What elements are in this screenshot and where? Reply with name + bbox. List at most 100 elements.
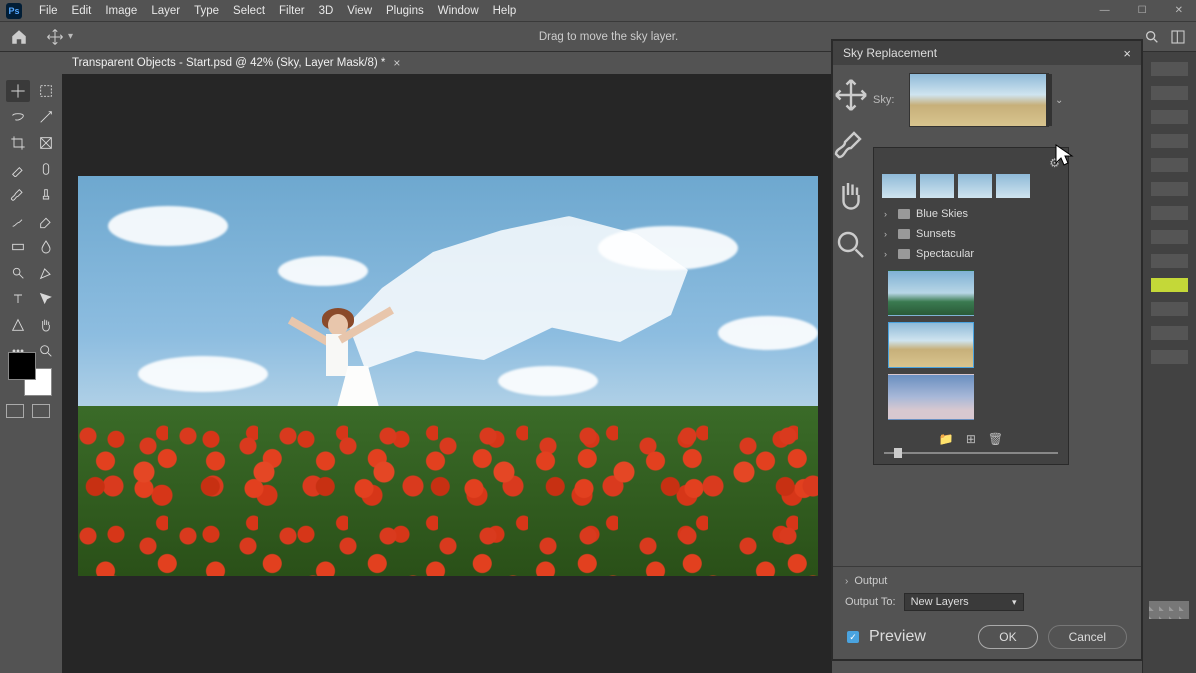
app-logo: Ps — [6, 3, 22, 19]
healing-tool[interactable] — [34, 158, 58, 180]
output-to-label: Output To: — [845, 596, 896, 608]
document-title: Transparent Objects - Start.psd @ 42% (S… — [72, 57, 385, 69]
ok-button[interactable]: OK — [978, 625, 1037, 649]
wand-tool[interactable] — [34, 106, 58, 128]
document-tab[interactable]: Transparent Objects - Start.psd @ 42% (S… — [62, 53, 410, 73]
thumb-recent-4[interactable] — [996, 174, 1030, 198]
thumb-recent-2[interactable] — [920, 174, 954, 198]
stamp-tool[interactable] — [34, 184, 58, 206]
dialog-hand-tool-icon[interactable] — [833, 177, 869, 213]
chevron-right-icon: › — [884, 229, 892, 239]
dialog-brush-tool-icon[interactable] — [833, 127, 869, 163]
sky-thumb-1[interactable] — [888, 270, 974, 316]
menu-type[interactable]: Type — [187, 5, 226, 17]
folder-open-icon[interactable]: 📁 — [939, 432, 954, 446]
folder-blue-skies[interactable]: › Blue Skies — [874, 204, 1068, 224]
menu-filter[interactable]: Filter — [272, 5, 312, 17]
edit-modes — [6, 404, 50, 418]
folder-spectacular[interactable]: › Spectacular — [874, 244, 1068, 264]
home-icon[interactable] — [10, 28, 28, 46]
crop-tool[interactable] — [6, 132, 30, 154]
sky-replacement-dialog: Sky Replacement × Sky: ⌄ ⚙ — [832, 40, 1142, 660]
search-icon[interactable] — [1144, 29, 1160, 45]
menu-image[interactable]: Image — [98, 5, 144, 17]
menu-plugins[interactable]: Plugins — [379, 5, 431, 17]
window-close-icon[interactable]: ✕ — [1168, 5, 1190, 16]
folder-sunsets[interactable]: › Sunsets — [874, 224, 1068, 244]
menu-select[interactable]: Select — [226, 5, 272, 17]
brush-tool[interactable] — [6, 184, 30, 206]
lasso-tool[interactable] — [6, 106, 30, 128]
workspace-icon[interactable] — [1170, 29, 1186, 45]
folder-icon — [898, 249, 910, 259]
thumb-recent-1[interactable] — [882, 174, 916, 198]
thumb-recent-3[interactable] — [958, 174, 992, 198]
chevron-down-icon[interactable]: ⌄ — [1055, 95, 1063, 106]
dialog-move-tool-icon[interactable] — [833, 77, 869, 113]
preview-label: Preview — [869, 628, 926, 646]
menu-file[interactable]: File — [32, 5, 65, 17]
pen-tool[interactable] — [34, 262, 58, 284]
menu-3d[interactable]: 3D — [312, 5, 341, 17]
sky-thumb-3[interactable] — [888, 374, 974, 420]
folder-icon — [898, 209, 910, 219]
path-tool[interactable] — [34, 288, 58, 310]
menu-bar: Ps File Edit Image Layer Type Select Fil… — [0, 0, 1196, 22]
output-section: › Output Output To: New Layers ▾ — [833, 566, 1141, 615]
window-minimize-icon[interactable]: — — [1093, 5, 1117, 16]
window-restore-icon[interactable]: ☐ — [1131, 5, 1154, 16]
sky-label: Sky: — [873, 94, 899, 106]
quickmask-mode-icon[interactable] — [32, 404, 50, 418]
blur-tool[interactable] — [34, 236, 58, 258]
chevron-right-icon: › — [884, 249, 892, 259]
mouse-cursor-icon — [1054, 143, 1076, 169]
eraser-tool[interactable] — [34, 210, 58, 232]
foreground-color-swatch[interactable] — [8, 352, 36, 380]
dialog-titlebar[interactable]: Sky Replacement × — [833, 41, 1141, 65]
folder-label: Sunsets — [916, 228, 956, 240]
output-header: Output — [854, 575, 887, 587]
eyedropper-tool[interactable] — [6, 158, 30, 180]
move-tool[interactable] — [6, 80, 30, 102]
menu-layer[interactable]: Layer — [144, 5, 187, 17]
tools-panel — [0, 74, 62, 368]
folder-icon — [898, 229, 910, 239]
new-preset-icon[interactable]: ⊞ — [966, 432, 976, 446]
marquee-tool[interactable] — [34, 80, 58, 102]
document-canvas[interactable] — [78, 176, 818, 576]
output-to-select[interactable]: New Layers ▾ — [904, 593, 1024, 611]
trash-icon[interactable]: 🗑 — [988, 432, 1003, 446]
move-tool-icon[interactable] — [46, 28, 64, 46]
sky-thumb-2-selected[interactable] — [888, 322, 974, 368]
chevron-down-icon: ▾ — [1012, 597, 1017, 608]
dialog-tool-strip — [833, 65, 869, 566]
dodge-tool[interactable] — [6, 262, 30, 284]
document-tabstrip: Transparent Objects - Start.psd @ 42% (S… — [62, 52, 410, 74]
thumb-size-slider[interactable] — [874, 446, 1068, 454]
sky-preset-flyout: ⚙ › Blue Skies › Sunsets — [873, 147, 1069, 465]
properties-panel — [1142, 52, 1196, 673]
color-swatches[interactable] — [8, 352, 52, 396]
type-tool[interactable] — [6, 288, 30, 310]
frame-tool[interactable] — [34, 132, 58, 154]
dialog-button-row: ✓ Preview OK Cancel — [833, 615, 1141, 659]
menu-edit[interactable]: Edit — [65, 5, 99, 17]
menu-window[interactable]: Window — [431, 5, 486, 17]
close-tab-icon[interactable]: × — [393, 56, 400, 70]
close-dialog-icon[interactable]: × — [1123, 46, 1131, 61]
dialog-zoom-tool-icon[interactable] — [833, 227, 869, 263]
shape-tool[interactable] — [6, 314, 30, 336]
hand-tool[interactable] — [34, 314, 58, 336]
preview-checkbox[interactable]: ✓ — [847, 631, 859, 643]
flower-field — [78, 406, 818, 576]
folder-label: Spectacular — [916, 248, 974, 260]
standard-mode-icon[interactable] — [6, 404, 24, 418]
chevron-right-icon[interactable]: › — [845, 576, 848, 587]
history-brush-tool[interactable] — [6, 210, 30, 232]
scene-image — [78, 176, 818, 576]
gradient-tool[interactable] — [6, 236, 30, 258]
menu-view[interactable]: View — [340, 5, 379, 17]
cancel-button[interactable]: Cancel — [1048, 625, 1127, 649]
sky-preset-dropdown[interactable] — [909, 73, 1049, 127]
menu-help[interactable]: Help — [486, 5, 524, 17]
